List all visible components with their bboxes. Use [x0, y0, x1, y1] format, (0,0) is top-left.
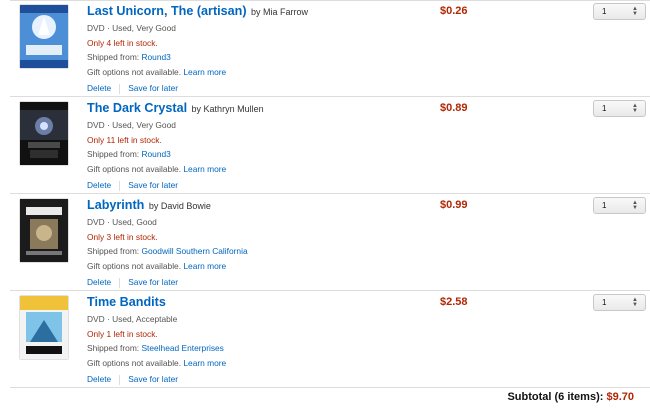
product-format: DVD · Used, Very Good	[87, 23, 176, 33]
gift-options-text: Gift options not available.	[87, 358, 184, 369]
dropdown-arrows-icon: ▲ ▼	[632, 103, 638, 114]
gift-options: Gift options not available. Learn more	[87, 65, 417, 80]
cart-list: Last Unicorn, The (artisan) by Mia Farro…	[0, 0, 650, 415]
product-thumbnail[interactable]	[20, 199, 68, 262]
stock-status: Only 11 left in stock.	[87, 134, 162, 145]
product-thumbnail[interactable]	[20, 102, 68, 165]
quantity-dropdown[interactable]: 1 ▲ ▼	[593, 294, 646, 311]
product-title-link[interactable]: The Dark Crystal	[87, 101, 187, 115]
stock-status: Only 4 left in stock.	[87, 37, 158, 48]
shipped-from-label: Shipped from:	[87, 149, 142, 160]
product-title-link[interactable]: Time Bandits	[87, 295, 166, 309]
save-for-later-link[interactable]: Save for later	[128, 374, 178, 384]
save-for-later-link[interactable]: Save for later	[128, 277, 178, 287]
gift-options: Gift options not available. Learn more	[87, 162, 417, 177]
dropdown-arrows-icon: ▲ ▼	[632, 200, 638, 211]
gift-options-text: Gift options not available.	[87, 164, 184, 175]
item-actions: Delete Save for later	[87, 81, 417, 96]
shipped-from: Shipped from: Goodwill Southern Californ…	[87, 244, 417, 259]
quantity-dropdown[interactable]: 1 ▲ ▼	[593, 100, 646, 117]
item-price: $0.99	[440, 199, 468, 211]
item-actions: Delete Save for later	[87, 372, 417, 387]
cart-item: The Dark Crystal by Kathryn Mullen DVD ·…	[10, 97, 650, 194]
gift-options-text: Gift options not available.	[87, 261, 184, 272]
shipped-from: Shipped from: Round3	[87, 50, 417, 65]
learn-more-link[interactable]: Learn more	[183, 261, 226, 271]
item-price: $2.58	[440, 296, 468, 308]
delete-link[interactable]: Delete	[87, 374, 111, 384]
product-author: by Kathryn Mullen	[191, 104, 264, 114]
item-divider	[10, 387, 650, 388]
stock-status: Only 3 left in stock.	[87, 231, 158, 242]
save-for-later-link[interactable]: Save for later	[128, 180, 178, 190]
shipped-from-label: Shipped from:	[87, 343, 142, 354]
learn-more-link[interactable]: Learn more	[183, 67, 226, 77]
item-actions: Delete Save for later	[87, 178, 417, 193]
dropdown-arrows-icon: ▲ ▼	[632, 6, 638, 17]
delete-link[interactable]: Delete	[87, 83, 111, 93]
product-author: by David Bowie	[148, 201, 211, 211]
action-separator	[119, 180, 121, 191]
product-thumbnail[interactable]	[20, 5, 68, 68]
product-format: DVD · Used, Good	[87, 217, 157, 227]
shipped-from: Shipped from: Round3	[87, 147, 417, 162]
quantity-value: 1	[602, 7, 607, 16]
learn-more-link[interactable]: Learn more	[183, 164, 226, 174]
cart-subtotal: Subtotal (6 items): $9.70	[507, 391, 634, 403]
shipped-from: Shipped from: Steelhead Enterprises	[87, 341, 417, 356]
stock-status: Only 1 left in stock.	[87, 328, 158, 339]
item-price: $0.26	[440, 5, 468, 17]
shipped-from-label: Shipped from:	[87, 52, 142, 63]
product-format: DVD · Used, Very Good	[87, 120, 176, 130]
quantity-value: 1	[602, 201, 607, 210]
product-title-link[interactable]: Labyrinth	[87, 198, 144, 212]
cart-item: Labyrinth by David Bowie DVD · Used, Goo…	[10, 194, 650, 291]
product-format: DVD · Used, Acceptable	[87, 314, 178, 324]
subtotal-amount: $9.70	[606, 391, 634, 403]
gift-options: Gift options not available. Learn more	[87, 259, 417, 274]
subtotal-label: Subtotal (6 items):	[507, 391, 604, 403]
product-author: by Mia Farrow	[251, 7, 309, 17]
item-actions: Delete Save for later	[87, 275, 417, 290]
save-for-later-link[interactable]: Save for later	[128, 83, 178, 93]
gift-options: Gift options not available. Learn more	[87, 356, 417, 371]
product-title-link[interactable]: Last Unicorn, The (artisan)	[87, 4, 247, 18]
seller-link[interactable]: Round3	[141, 52, 170, 62]
quantity-dropdown[interactable]: 1 ▲ ▼	[593, 3, 646, 20]
quantity-value: 1	[602, 104, 607, 113]
learn-more-link[interactable]: Learn more	[183, 358, 226, 368]
gift-options-text: Gift options not available.	[87, 67, 184, 78]
seller-link[interactable]: Goodwill Southern California	[141, 246, 247, 256]
item-price: $0.89	[440, 102, 468, 114]
action-separator	[119, 83, 121, 94]
action-separator	[119, 277, 121, 288]
quantity-dropdown[interactable]: 1 ▲ ▼	[593, 197, 646, 214]
quantity-value: 1	[602, 298, 607, 307]
seller-link[interactable]: Round3	[141, 149, 170, 159]
cart-item: Last Unicorn, The (artisan) by Mia Farro…	[10, 0, 650, 97]
cart-item: Time Bandits DVD · Used, Acceptable Only…	[10, 291, 650, 388]
product-thumbnail[interactable]	[20, 296, 68, 359]
shipped-from-label: Shipped from:	[87, 246, 142, 257]
delete-link[interactable]: Delete	[87, 180, 111, 190]
delete-link[interactable]: Delete	[87, 277, 111, 287]
dropdown-arrows-icon: ▲ ▼	[632, 297, 638, 308]
action-separator	[119, 374, 121, 385]
seller-link[interactable]: Steelhead Enterprises	[141, 343, 223, 353]
